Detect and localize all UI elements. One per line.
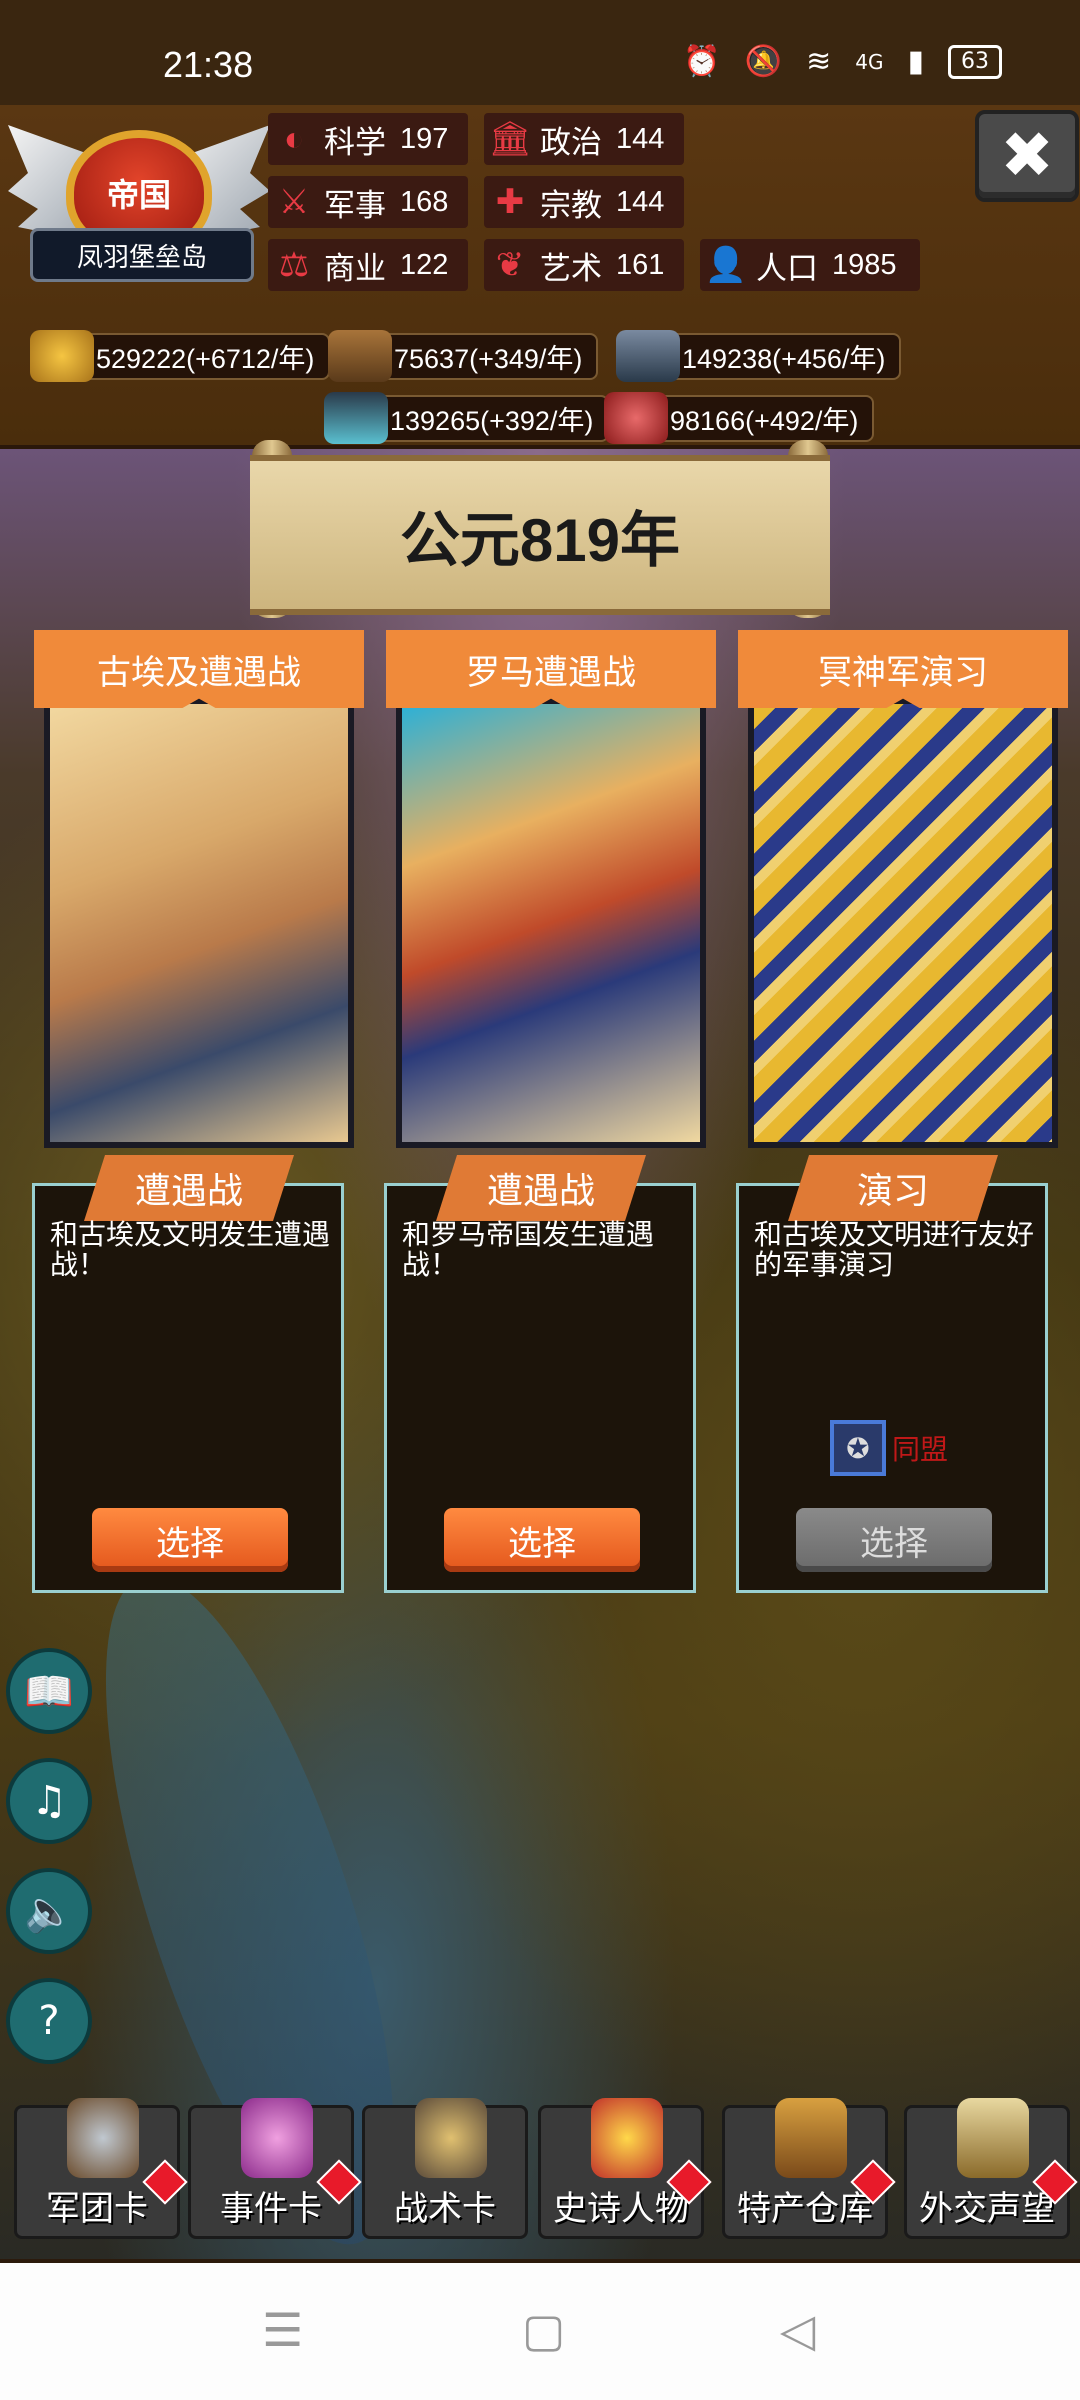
year-banner: 公元819年 — [250, 455, 830, 615]
wood-icon — [328, 330, 392, 382]
alarm-icon: ⏰ — [683, 44, 721, 79]
system-nav-bar: ☰ ▢ ◁ — [0, 2263, 1080, 2400]
population-icon: 👤 — [704, 246, 748, 284]
alliance-text: 同盟 — [892, 1433, 949, 1466]
status-bar: 21:38 ⏰ 🔕 ≋ 4G ▮ 63 — [0, 0, 1080, 105]
speaker-icon: 🔈 — [24, 1888, 74, 1935]
nation-emblem[interactable]: 帝国 凤羽堡垒岛 — [8, 110, 270, 300]
stat-value: 161 — [616, 248, 665, 281]
nation-name: 凤羽堡垒岛 — [30, 228, 254, 282]
resource-gold: 529222(+6712/年) — [30, 330, 331, 382]
stat-politics: 🏛 政治 144 — [484, 113, 684, 165]
stat-label: 军事 — [324, 187, 386, 223]
chest-icon — [775, 2098, 847, 2178]
stat-label: 人口 — [756, 250, 818, 286]
card-artwork — [44, 698, 354, 1148]
religion-icon: ✚ — [495, 183, 525, 221]
help-icon: ? — [38, 1998, 60, 2044]
stat-population: 👤 人口 1985 — [700, 239, 920, 291]
menu-label: 战术卡 — [394, 2189, 496, 2229]
card-artwork — [748, 698, 1058, 1148]
card-title: 冥神军演习 — [738, 630, 1068, 708]
stat-label: 政治 — [540, 124, 602, 160]
menu-icon[interactable]: ☰ — [262, 2303, 303, 2357]
stat-value: 1985 — [832, 248, 897, 281]
card-type-tag: 遭遇战 — [84, 1155, 294, 1221]
stat-value: 122 — [400, 248, 449, 281]
stat-label: 艺术 — [540, 250, 602, 286]
event-card-egypt[interactable]: 古埃及遭遇战 遭遇战 和古埃及文明发生遭遇战！ 选择 — [32, 630, 364, 1593]
science-icon: ◐ — [283, 119, 305, 158]
menu-epic-figures[interactable]: 史诗人物 — [538, 2098, 712, 2239]
resource-iron: 139265(+392/年) — [324, 392, 610, 444]
politics-icon: 🏛 — [488, 120, 532, 158]
signal-icon: ▮ — [907, 44, 924, 79]
crown-icon — [591, 2098, 663, 2178]
card-type-tag: 遭遇战 — [436, 1155, 646, 1221]
music-icon: ♫ — [31, 1778, 67, 1824]
card-description: 和古埃及文明进行友好的军事演习 — [754, 1218, 1035, 1281]
stat-science: ◐ 科学 197 — [268, 113, 468, 165]
mute-icon: 🔕 — [744, 44, 783, 79]
gold-icon — [30, 330, 94, 382]
stat-commerce: ⚖ 商业 122 — [268, 239, 468, 291]
stone-icon — [616, 330, 680, 382]
stat-label: 科学 — [324, 124, 386, 160]
resource-stone: 149238(+456/年) — [616, 330, 902, 382]
back-icon[interactable]: ◁ — [780, 2303, 815, 2357]
stat-military: ⚔ 军事 168 — [268, 176, 468, 228]
select-button-disabled[interactable]: 选择 — [796, 1508, 992, 1572]
card-description: 和古埃及文明发生遭遇战！ — [50, 1218, 331, 1281]
resource-meat: 98166(+492/年) — [604, 392, 875, 444]
scroll-icon — [241, 2098, 313, 2178]
alliance-requirement: ✪ 同盟 — [830, 1420, 948, 1476]
signal-text: 4G — [855, 49, 884, 74]
notes-button[interactable]: 📖 — [6, 1648, 92, 1734]
helmet-icon — [67, 2098, 139, 2178]
status-time: 21:38 — [163, 44, 254, 85]
menu-specialty-warehouse[interactable]: 特产仓库 — [722, 2098, 896, 2239]
stat-label: 宗教 — [540, 187, 602, 223]
tactics-icon — [415, 2098, 487, 2178]
stat-art: ❦ 艺术 161 — [484, 239, 684, 291]
meat-icon — [604, 392, 668, 444]
home-icon[interactable]: ▢ — [522, 2303, 565, 2357]
card-description: 和罗马帝国发生遭遇战！ — [402, 1218, 655, 1281]
menu-diplomatic-reputation[interactable]: 外交声望 — [904, 2098, 1078, 2239]
wifi-icon: ≋ — [806, 44, 832, 79]
stat-label: 商业 — [324, 250, 386, 286]
sound-button[interactable]: 🔈 — [6, 1868, 92, 1954]
event-card-drill[interactable]: 冥神军演习 演习 和古埃及文明进行友好的军事演习 ✪ 同盟 选择 — [736, 630, 1068, 1593]
card-title: 罗马遭遇战 — [386, 630, 716, 708]
bottom-menu: 军团卡 事件卡 战术卡 史诗人物 特产仓库 外交声望 — [0, 2095, 1080, 2263]
menu-event-cards[interactable]: 事件卡 — [188, 2098, 362, 2239]
stat-religion: ✚ 宗教 144 — [484, 176, 684, 228]
military-icon: ⚔ — [278, 183, 310, 221]
letter-icon — [957, 2098, 1029, 2178]
stat-value: 144 — [616, 185, 665, 218]
resource-wood: 75637(+349/年) — [328, 330, 599, 382]
close-icon: ✖ — [1000, 119, 1054, 193]
help-button[interactable]: ? — [6, 1978, 92, 2064]
select-button[interactable]: 选择 — [92, 1508, 288, 1572]
card-title: 古埃及遭遇战 — [34, 630, 364, 708]
iron-icon — [324, 392, 388, 444]
select-button[interactable]: 选择 — [444, 1508, 640, 1572]
card-artwork — [396, 698, 706, 1148]
alliance-badge-icon: ✪ — [830, 1420, 886, 1476]
battery-icon: 63 — [948, 44, 1002, 79]
art-icon: ❦ — [495, 246, 525, 284]
menu-tactics-cards[interactable]: 战术卡 — [362, 2098, 528, 2239]
stat-value: 168 — [400, 185, 449, 218]
card-type-tag: 演习 — [788, 1155, 998, 1221]
notebook-icon: 📖 — [24, 1668, 74, 1715]
event-card-rome[interactable]: 罗马遭遇战 遭遇战 和罗马帝国发生遭遇战！ 选择 — [384, 630, 716, 1593]
commerce-icon: ⚖ — [278, 246, 310, 284]
system-icons: ⏰ 🔕 ≋ 4G ▮ 63 — [683, 44, 1002, 79]
music-button[interactable]: ♫ — [6, 1758, 92, 1844]
menu-legion-cards[interactable]: 军团卡 — [14, 2098, 188, 2239]
stat-value: 197 — [400, 122, 449, 155]
close-button[interactable]: ✖ — [975, 110, 1079, 202]
stat-value: 144 — [616, 122, 665, 155]
